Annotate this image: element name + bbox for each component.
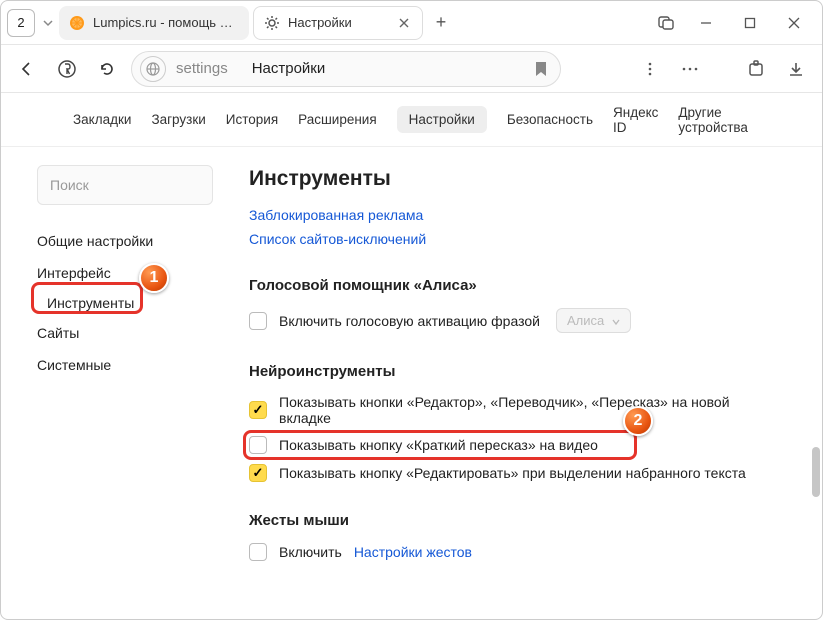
bookmark-icon[interactable] (534, 61, 548, 77)
row-gestures-enable[interactable]: Включить Настройки жестов (249, 543, 778, 561)
menu-dots-icon[interactable] (634, 53, 666, 85)
row-label: Показывать кнопку «Краткий пересказ» на … (279, 437, 598, 453)
new-tab-button[interactable]: + (427, 9, 455, 37)
topnav-settings[interactable]: Настройки (397, 106, 487, 133)
url-segment: settings (176, 60, 228, 77)
topnav-security[interactable]: Безопасность (507, 112, 593, 127)
settings-search-input[interactable]: Поиск (37, 165, 213, 205)
tabs-overview-icon[interactable] (648, 4, 684, 42)
link-site-exceptions[interactable]: Список сайтов-исключений (249, 231, 778, 247)
tab-list-chevron-icon[interactable] (37, 9, 59, 37)
row-voice-activation[interactable]: Включить голосовую активацию фразой Алис… (249, 308, 778, 333)
browser-tab-active[interactable]: Настройки (253, 6, 423, 40)
checkbox[interactable] (249, 543, 267, 561)
topnav-bookmarks[interactable]: Закладки (73, 112, 131, 127)
back-button[interactable] (11, 53, 43, 85)
window-titlebar: 2 Lumpics.ru - помощь с ком Настройки + (1, 1, 822, 45)
row-neuro-video-summary[interactable]: Показывать кнопку «Краткий пересказ» на … (249, 436, 778, 454)
yandex-home-icon[interactable] (51, 53, 83, 85)
close-tab-icon[interactable] (396, 15, 412, 31)
window-minimize-button[interactable] (684, 4, 728, 42)
trigger-word-pill[interactable]: Алиса (556, 308, 631, 333)
row-label: Включить (279, 544, 342, 560)
window-close-button[interactable] (772, 4, 816, 42)
topnav-history[interactable]: История (226, 112, 278, 127)
site-info-icon[interactable] (140, 56, 166, 82)
checkbox[interactable] (249, 312, 267, 330)
tab-title: Lumpics.ru - помощь с ком (93, 15, 239, 30)
row-label: Показывать кнопки «Редактор», «Переводчи… (279, 394, 778, 426)
settings-main: Поиск Общие настройки Интерфейс Инструме… (1, 147, 822, 621)
section-title-gestures: Жесты мыши (249, 512, 778, 529)
checkbox[interactable] (249, 464, 267, 482)
reload-button[interactable] (91, 53, 123, 85)
search-placeholder: Поиск (50, 177, 89, 193)
extensions-icon[interactable] (740, 53, 772, 85)
gear-icon (264, 15, 280, 31)
browser-tab[interactable]: Lumpics.ru - помощь с ком (59, 6, 249, 40)
address-field[interactable]: settings Настройки (131, 51, 561, 87)
sidebar-item-system[interactable]: Системные (37, 349, 217, 381)
row-label: Включить голосовую активацию фразой (279, 313, 540, 329)
sidebar-item-interface[interactable]: Интерфейс (37, 257, 217, 289)
content-heading: Инструменты (249, 167, 778, 191)
sidebar-item-general[interactable]: Общие настройки (37, 225, 217, 257)
settings-content: Инструменты Заблокированная реклама Спис… (217, 147, 822, 621)
more-dots-icon[interactable] (674, 53, 706, 85)
link-gesture-settings[interactable]: Настройки жестов (354, 544, 472, 560)
address-bar: settings Настройки (1, 45, 822, 93)
page-title-segment: Настройки (252, 60, 326, 77)
checkbox[interactable] (249, 401, 267, 419)
orange-slice-icon (69, 15, 85, 31)
settings-topnav: Закладки Загрузки История Расширения Нас… (1, 93, 822, 147)
row-neuro-edit-selection[interactable]: Показывать кнопку «Редактировать» при вы… (249, 464, 778, 482)
section-title-neuro: Нейроинструменты (249, 363, 778, 380)
scrollbar-thumb[interactable] (812, 447, 820, 497)
downloads-icon[interactable] (780, 53, 812, 85)
link-blocked-ads[interactable]: Заблокированная реклама (249, 207, 778, 223)
section-title-alisa: Голосовой помощник «Алиса» (249, 277, 778, 294)
checkbox[interactable] (249, 436, 267, 454)
settings-sidebar: Поиск Общие настройки Интерфейс Инструме… (1, 147, 217, 621)
window-maximize-button[interactable] (728, 4, 772, 42)
row-neuro-tabs[interactable]: Показывать кнопки «Редактор», «Переводчи… (249, 394, 778, 426)
sidebar-item-tools[interactable]: Инструменты (37, 289, 144, 317)
tab-counter[interactable]: 2 (7, 9, 35, 37)
topnav-extensions[interactable]: Расширения (298, 112, 377, 127)
tab-title: Настройки (288, 15, 390, 30)
row-label: Показывать кнопку «Редактировать» при вы… (279, 465, 746, 481)
sidebar-item-sites[interactable]: Сайты (37, 317, 217, 349)
topnav-yandex-id[interactable]: Яндекс ID (613, 105, 658, 135)
topnav-downloads[interactable]: Загрузки (151, 112, 205, 127)
topnav-other-devices[interactable]: Другие устройства (678, 105, 750, 135)
